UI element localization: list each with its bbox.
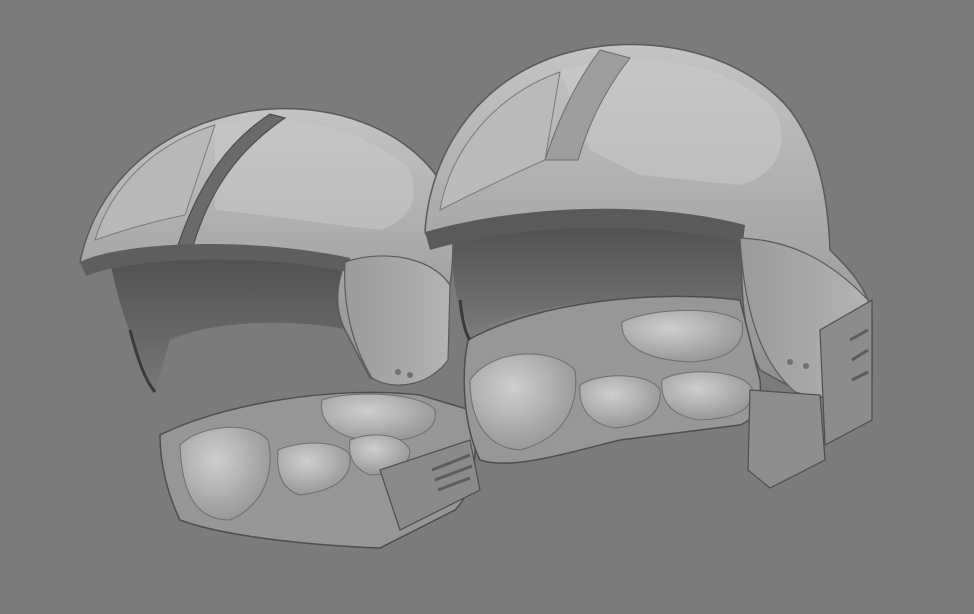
helmet-left-earflap <box>343 255 451 386</box>
render-viewport <box>0 0 974 614</box>
helmet-right-rivet <box>803 363 809 369</box>
helmet-right-rivet <box>787 359 793 365</box>
helmet-left-rivet <box>395 369 401 375</box>
helmet-left-interior <box>110 252 350 392</box>
render-scene <box>79 43 873 549</box>
helmet-left <box>79 108 481 549</box>
helmet-right <box>424 43 873 489</box>
helmet-left-rivet <box>407 372 413 378</box>
helmet-right-cheek-block <box>747 389 826 489</box>
